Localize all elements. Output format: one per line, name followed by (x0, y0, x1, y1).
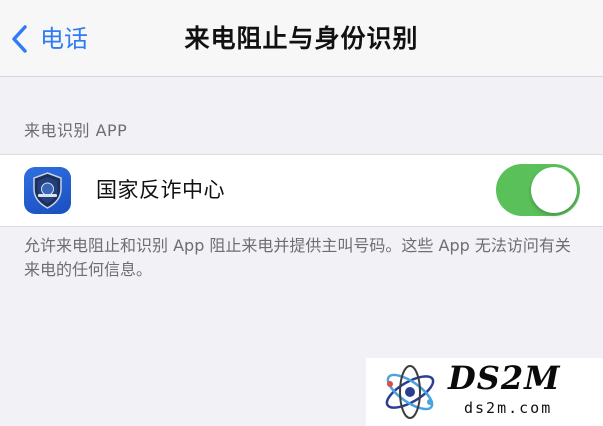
anti-fraud-shield-icon (24, 167, 71, 214)
watermark-subtitle: ds2m.com (464, 399, 553, 417)
atom-logo-icon (385, 365, 435, 419)
watermark-title: DS2M (448, 359, 561, 397)
list-item: 国家反诈中心 (0, 154, 603, 227)
toggle-knob (531, 167, 577, 213)
app-enable-toggle[interactable] (496, 164, 580, 216)
watermark: DS2M ds2m.com (366, 358, 603, 426)
app-name-label: 国家反诈中心 (96, 178, 225, 202)
page-title: 来电阻止与身份识别 (184, 24, 419, 53)
section-footer: 允许来电阻止和识别 App 阻止来电并提供主叫号码。这些 App 无法访问有关来… (24, 236, 571, 279)
navigation-bar: 电话 来电阻止与身份识别 (0, 0, 603, 77)
section-header: 来电识别 APP (24, 121, 128, 140)
